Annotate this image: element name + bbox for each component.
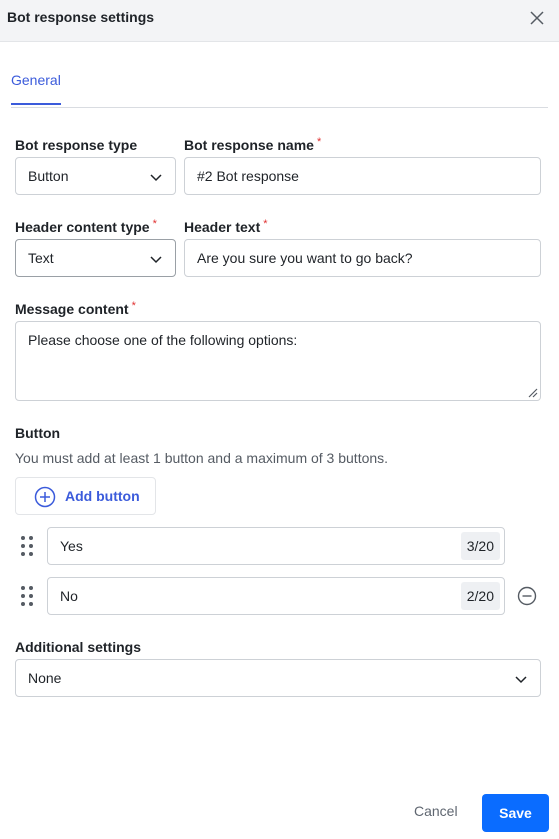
response-type-value: Button xyxy=(28,168,69,184)
message-content-textarea[interactable]: Please choose one of the following optio… xyxy=(15,321,541,401)
header-content-type-label-text: Header content type xyxy=(15,219,150,235)
plus-circle-icon xyxy=(34,486,56,508)
header-content-type-label: Header content type * xyxy=(15,218,157,235)
panel-title: Bot response settings xyxy=(7,9,155,25)
add-button-label: Add button xyxy=(65,488,140,504)
response-name-input[interactable]: #2 Bot response xyxy=(184,157,541,195)
required-mark: * xyxy=(131,300,136,312)
chevron-down-icon xyxy=(150,174,162,182)
response-type-label-text: Bot response type xyxy=(15,137,138,153)
remove-circle-icon[interactable] xyxy=(517,586,537,606)
required-mark: * xyxy=(316,136,322,148)
message-content-label: Message content * xyxy=(15,300,136,317)
header-content-type-value: Text xyxy=(28,250,54,266)
button-option-value: No xyxy=(60,588,78,604)
required-mark: * xyxy=(263,218,268,230)
char-counter: 2/20 xyxy=(460,582,500,610)
resize-handle-icon[interactable] xyxy=(526,386,538,398)
header-text-input[interactable]: Are you sure you want to go back? xyxy=(184,239,541,277)
tab-general[interactable]: General xyxy=(11,72,61,105)
additional-settings-label: Additional settings xyxy=(15,639,141,655)
message-content-value: Please choose one of the following optio… xyxy=(28,332,298,348)
button-option-input[interactable]: No 2/20 xyxy=(47,577,505,615)
cancel-button[interactable]: Cancel xyxy=(414,803,458,819)
panel-header: Bot response settings xyxy=(0,0,559,42)
additional-settings-select[interactable]: None xyxy=(15,659,541,697)
button-option-value: Yes xyxy=(60,538,83,554)
save-button[interactable]: Save xyxy=(482,794,549,832)
response-type-select[interactable]: Button xyxy=(15,157,176,195)
drag-handle-icon[interactable] xyxy=(20,585,34,607)
response-name-label-text: Bot response name xyxy=(184,137,314,153)
button-helper-text: You must add at least 1 button and a max… xyxy=(15,450,389,466)
chevron-down-icon xyxy=(515,676,527,684)
header-text-value: Are you sure you want to go back? xyxy=(197,250,413,266)
add-button[interactable]: Add button xyxy=(15,477,156,515)
response-name-value: #2 Bot response xyxy=(197,168,299,184)
response-type-label: Bot response type xyxy=(15,137,137,153)
additional-settings-value: None xyxy=(28,670,62,686)
required-mark: * xyxy=(152,218,157,230)
tab-bar: General xyxy=(11,60,548,108)
button-section-label: Button xyxy=(15,425,61,441)
close-icon[interactable] xyxy=(528,9,546,27)
response-name-label: Bot response name * xyxy=(184,136,322,153)
drag-handle-icon[interactable] xyxy=(20,535,34,557)
header-text-label: Header text * xyxy=(184,218,268,235)
button-option-input[interactable]: Yes 3/20 xyxy=(47,527,505,565)
message-content-label-text: Message content xyxy=(15,301,129,317)
header-text-label-text: Header text xyxy=(184,219,261,235)
char-counter: 3/20 xyxy=(460,532,500,560)
chevron-down-icon xyxy=(150,256,162,264)
header-content-type-select[interactable]: Text xyxy=(15,239,176,277)
